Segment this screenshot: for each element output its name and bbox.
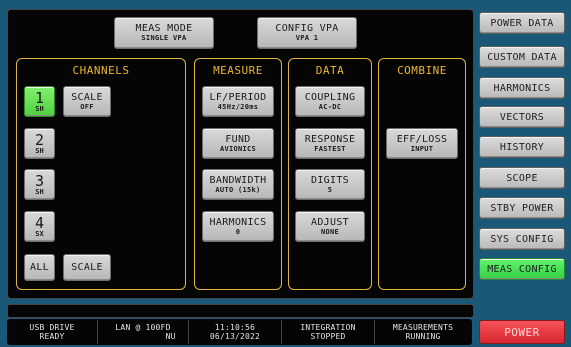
response-button[interactable]: RESPONSE FASTEST xyxy=(295,128,365,159)
meas-mode-value: SINGLE VPA xyxy=(141,34,187,42)
channel-scale-label: SCALE xyxy=(71,91,103,103)
sidebar-item-harmonics[interactable]: HARMONICS xyxy=(479,77,565,99)
scale-all-label: SCALE xyxy=(71,262,103,273)
progress-strip xyxy=(7,304,474,318)
response-label: RESPONSE xyxy=(304,133,356,145)
channel-4-button[interactable]: 4 SX xyxy=(24,211,55,242)
channel-2-button[interactable]: 2 SH xyxy=(24,128,55,159)
sidebar-item-stby-power[interactable]: STBY POWER xyxy=(479,197,565,219)
channel-scale-button[interactable]: SCALE OFF xyxy=(63,86,111,117)
sidebar-item-label: SCOPE xyxy=(506,172,538,184)
combine-title: COMBINE xyxy=(397,64,447,77)
status-usb: USB DRIVE READY xyxy=(7,320,98,344)
sidebar-item-label: STBY POWER xyxy=(490,202,554,214)
meas-mode-label: MEAS MODE xyxy=(135,23,193,34)
lf-period-label: LF/PERIOD xyxy=(209,91,267,103)
power-label: POWER xyxy=(504,325,540,339)
sidebar-item-label: CUSTOM DATA xyxy=(487,51,557,63)
harmonics-setting-button[interactable]: HARMONICS 0 xyxy=(202,211,274,242)
adjust-value: NONE xyxy=(320,227,340,236)
lf-period-value: 45Hz/20ms xyxy=(217,102,259,111)
bandwidth-button[interactable]: BANDWIDTH AUTO (15k) xyxy=(202,169,274,200)
response-value: FASTEST xyxy=(314,144,346,153)
coupling-label: COUPLING xyxy=(304,91,356,103)
measure-title: MEASURE xyxy=(213,64,263,77)
channel-4-number: 4 xyxy=(34,213,45,232)
fund-value: AVIONICS xyxy=(219,144,257,153)
channel-scale-value: OFF xyxy=(80,102,94,111)
sidebar-item-scope[interactable]: SCOPE xyxy=(479,167,565,189)
harmonics-setting-label: HARMONICS xyxy=(209,216,267,228)
status-datetime: 11:10:56 06/13/2022 xyxy=(189,320,282,344)
data-title: DATA xyxy=(315,64,345,77)
eff-loss-button[interactable]: EFF/LOSS INPUT xyxy=(386,128,458,159)
all-channels-button[interactable]: ALL xyxy=(24,254,55,281)
all-channels-label: ALL xyxy=(30,262,49,273)
analyzer-screen: MEAS MODE SINGLE VPA CONFIG VPA VPA 1 CH… xyxy=(0,0,571,347)
bandwidth-label: BANDWIDTH xyxy=(209,174,267,186)
channel-3-type: SH xyxy=(35,187,44,196)
config-vpa-button[interactable]: CONFIG VPA VPA 1 xyxy=(257,17,357,49)
lf-period-button[interactable]: LF/PERIOD 45Hz/20ms xyxy=(202,86,274,117)
sidebar-item-label: SYS CONFIG xyxy=(490,233,554,245)
channels-title: CHANNELS xyxy=(72,64,130,77)
coupling-value: AC-DC xyxy=(318,102,342,111)
sidebar-item-history[interactable]: HISTORY xyxy=(479,136,565,158)
sidebar-item-label: POWER DATA xyxy=(490,17,554,29)
sidebar-item-label: MEAS CONFIG xyxy=(487,263,557,275)
harmonics-setting-value: 0 xyxy=(235,227,241,236)
sidebar-item-sys-config[interactable]: SYS CONFIG xyxy=(479,228,565,250)
sidebar-item-label: VECTORS xyxy=(499,111,545,123)
channel-1-type: SH xyxy=(35,104,44,113)
status-lan: LAN @ 100FD NU xyxy=(98,320,189,344)
sidebar-item-label: HISTORY xyxy=(499,141,545,153)
status-bar: USB DRIVE READY LAN @ 100FD NU 11:10:56 … xyxy=(7,319,472,345)
channel-4-type: SX xyxy=(35,229,44,238)
adjust-button[interactable]: ADJUST NONE xyxy=(295,211,365,242)
status-integration: INTEGRATION STOPPED xyxy=(282,320,375,344)
fund-label: FUND xyxy=(225,133,251,145)
eff-loss-value: INPUT xyxy=(410,144,434,153)
channel-1-number: 1 xyxy=(34,88,45,107)
fund-button[interactable]: FUND AVIONICS xyxy=(202,128,274,159)
power-button[interactable]: POWER xyxy=(479,320,565,344)
sidebar-item-vectors[interactable]: VECTORS xyxy=(479,106,565,128)
eff-loss-label: EFF/LOSS xyxy=(396,133,448,145)
channel-2-type: SH xyxy=(35,146,44,155)
channel-1-button[interactable]: 1 SH xyxy=(24,86,55,117)
bandwidth-value: AUTO (15k) xyxy=(215,185,261,194)
channel-3-button[interactable]: 3 SH xyxy=(24,169,55,200)
scale-all-button[interactable]: SCALE xyxy=(63,254,111,281)
config-vpa-label: CONFIG VPA xyxy=(275,23,339,34)
sidebar-item-custom-data[interactable]: CUSTOM DATA xyxy=(479,46,565,68)
sidebar-item-label: HARMONICS xyxy=(493,82,551,94)
sidebar-item-power-data[interactable]: POWER DATA xyxy=(479,12,565,34)
adjust-label: ADJUST xyxy=(311,216,349,228)
config-vpa-value: VPA 1 xyxy=(295,34,319,42)
digits-label: DIGITS xyxy=(311,174,349,186)
meas-mode-button[interactable]: MEAS MODE SINGLE VPA xyxy=(114,17,214,49)
combine-panel: COMBINE xyxy=(378,58,466,290)
channel-2-number: 2 xyxy=(34,130,45,149)
digits-value: 5 xyxy=(327,185,333,194)
digits-button[interactable]: DIGITS 5 xyxy=(295,169,365,200)
sidebar-item-meas-config[interactable]: MEAS CONFIG xyxy=(479,258,565,280)
channel-3-number: 3 xyxy=(34,171,45,190)
coupling-button[interactable]: COUPLING AC-DC xyxy=(295,86,365,117)
status-measurements: MEASUREMENTS RUNNING xyxy=(392,323,454,341)
